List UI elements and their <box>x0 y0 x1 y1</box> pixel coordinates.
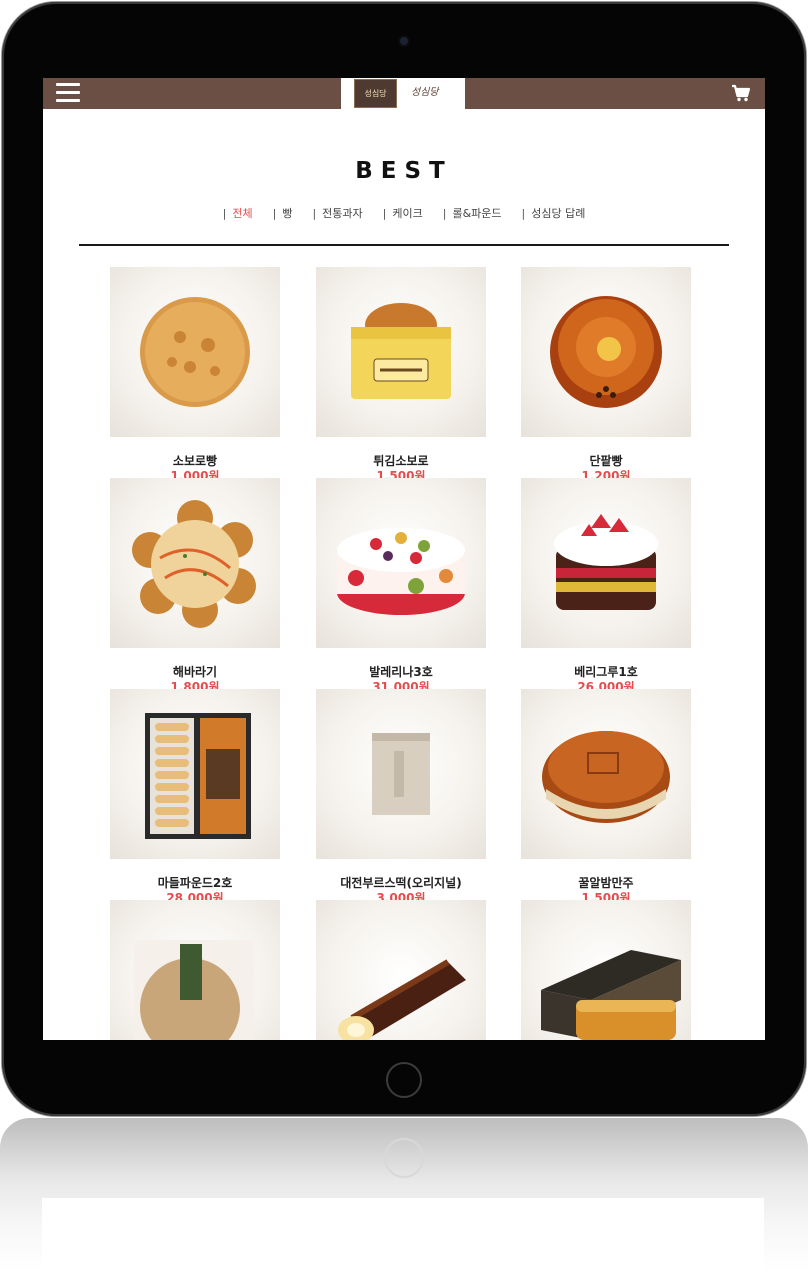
product-name[interactable]: 해바라기 <box>90 663 300 680</box>
product-image[interactable] <box>521 689 691 859</box>
category-label: 케이크 <box>392 207 423 220</box>
reflection-home-button <box>384 1138 424 1178</box>
product-image[interactable] <box>110 900 280 1040</box>
product-card[interactable] <box>521 900 691 1040</box>
brand-logo[interactable]: 성심당 성심당 <box>341 78 465 109</box>
product-image[interactable] <box>521 900 691 1040</box>
category-label: 롤&파운드 <box>452 207 502 220</box>
product-image[interactable] <box>110 689 280 859</box>
category-tab-4[interactable]: | 롤&파운드 <box>443 205 502 221</box>
product-image[interactable] <box>110 478 280 648</box>
product-image[interactable] <box>316 689 486 859</box>
product-image[interactable] <box>521 267 691 437</box>
category-tab-1[interactable]: | 빵 <box>273 205 293 221</box>
app-screen: 성심당 성심당 BEST | 전체 | 빵 | 전통과자 | 케이크 | 롤&파운드 | 성심당 답례… <box>43 78 765 1040</box>
product-price: 31,000원 <box>372 681 430 689</box>
product-card[interactable]: 발레리나3호 31,000원 <box>316 478 486 689</box>
category-separator: | <box>272 207 277 220</box>
product-card[interactable]: 단팥빵 1,200원 <box>521 267 691 478</box>
category-separator: | <box>521 207 526 220</box>
product-image[interactable] <box>521 478 691 648</box>
category-label: 빵 <box>282 207 293 220</box>
product-image[interactable] <box>316 267 486 437</box>
product-name[interactable]: 대전부르스떡(오리지널) <box>296 874 506 891</box>
product-name[interactable]: 튀김소보로 <box>296 452 506 469</box>
product-card[interactable]: 베리그루1호 26,000원 <box>521 478 691 689</box>
product-card[interactable]: 소보로빵 1,000원 <box>110 267 280 478</box>
product-name[interactable]: 소보로빵 <box>90 452 300 469</box>
product-card[interactable]: 꿀알밤만주 1,500원 <box>521 689 691 900</box>
category-label: 전통과자 <box>322 207 363 220</box>
product-card[interactable]: 해바라기 1,800원 <box>110 478 280 689</box>
product-card[interactable]: 대전부르스떡(오리지널) 3,000원 <box>316 689 486 900</box>
section-divider <box>79 244 729 246</box>
product-card[interactable]: 마들파운드2호 28,000원 <box>110 689 280 900</box>
product-image[interactable] <box>110 267 280 437</box>
cart-icon[interactable] <box>731 83 751 103</box>
home-button[interactable] <box>386 1062 422 1098</box>
reflection-screen <box>42 1198 764 1272</box>
product-name[interactable]: 단팥빵 <box>501 452 711 469</box>
category-separator: | <box>382 207 387 220</box>
category-tab-2[interactable]: | 전통과자 <box>312 205 362 221</box>
category-tab-5[interactable]: | 성심당 답례 <box>522 205 586 221</box>
top-bar: 성심당 성심당 <box>43 78 765 109</box>
front-camera <box>400 37 408 45</box>
page-title: BEST <box>355 158 453 184</box>
product-price: 1,000원 <box>170 470 220 478</box>
product-price: 1,500원 <box>376 470 426 478</box>
product-card[interactable] <box>316 900 486 1040</box>
category-separator: | <box>312 207 317 220</box>
product-image[interactable] <box>316 478 486 648</box>
logo-script: 성심당 <box>411 87 439 98</box>
product-name[interactable]: 꿀알밤만주 <box>501 874 711 891</box>
product-name[interactable]: 베리그루1호 <box>501 663 711 680</box>
product-name[interactable]: 마들파운드2호 <box>90 874 300 891</box>
product-price: 1,800원 <box>170 681 220 689</box>
category-tab-0[interactable]: | 전체 <box>223 205 253 221</box>
product-image[interactable] <box>316 900 486 1040</box>
category-label: 성심당 답례 <box>531 207 586 220</box>
logo-badge: 성심당 <box>354 79 397 108</box>
product-card[interactable]: 튀김소보로 1,500원 <box>316 267 486 478</box>
category-tab-3[interactable]: | 케이크 <box>383 205 423 221</box>
hamburger-menu-icon[interactable] <box>56 83 80 103</box>
product-price: 26,000원 <box>577 681 635 689</box>
product-price: 1,500원 <box>581 892 631 900</box>
product-price: 1,200원 <box>581 470 631 478</box>
product-card[interactable] <box>110 900 280 1040</box>
product-name[interactable]: 발레리나3호 <box>296 663 506 680</box>
category-separator: | <box>222 207 227 220</box>
product-price: 28,000원 <box>166 892 224 900</box>
category-label: 전체 <box>232 207 253 220</box>
category-nav: | 전체 | 빵 | 전통과자 | 케이크 | 롤&파운드 | 성심당 답례 <box>43 205 765 221</box>
product-price: 3,000원 <box>376 892 426 900</box>
device-reflection <box>0 1118 808 1272</box>
category-separator: | <box>442 207 447 220</box>
